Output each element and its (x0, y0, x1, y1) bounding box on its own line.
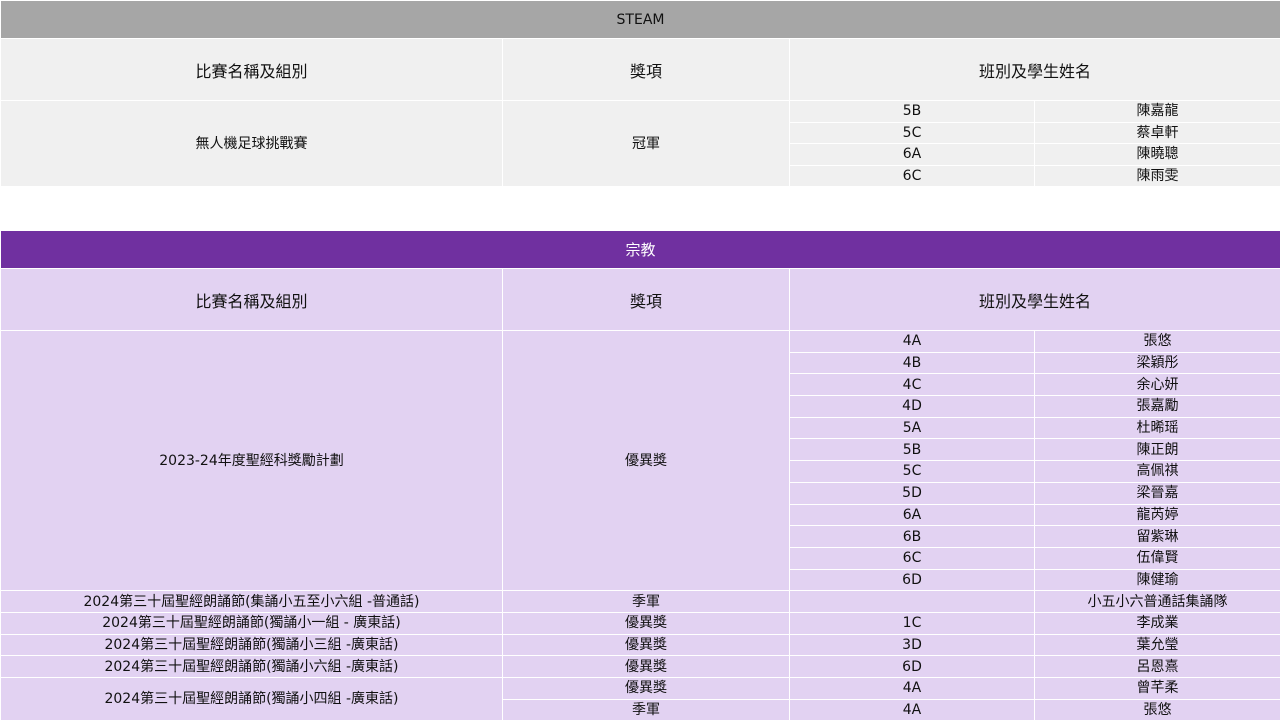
student-class: 5B (789, 100, 1035, 123)
student-class: 4D (789, 395, 1035, 418)
student-class: 4C (789, 373, 1035, 397)
student-name: 蔡卓軒 (1033, 121, 1280, 145)
student-name: 呂恩熹 (1033, 655, 1280, 678)
student-name: 陳正朗 (1033, 438, 1280, 462)
student-name: 張嘉勵 (1033, 395, 1280, 418)
student-class: 6C (789, 164, 1035, 188)
table-row: 2023-24年度聖經科獎勵計劃 優異獎 4A 張悠 (0, 329, 1280, 592)
award-name: 優異獎 (502, 655, 790, 678)
student-name: 陳雨雯 (1033, 164, 1280, 188)
student-name: 陳曉聰 (1033, 143, 1280, 166)
student-name: 龍芮婷 (1033, 503, 1280, 527)
competition-header: 比賽名稱及組別 (0, 268, 503, 331)
religion-awards-table: 宗教 比賽名稱及組別 獎項 班別及學生姓名 2023-24年度聖經科獎勵計劃 優… (0, 230, 1280, 720)
award-name: 季軍 (502, 698, 790, 720)
steam-section-title: STEAM (0, 0, 1280, 39)
student-name: 陳健瑜 (1033, 568, 1280, 592)
student-name: 梁晉嘉 (1033, 481, 1280, 505)
award-header: 獎項 (502, 268, 790, 331)
student-class: 5B (789, 438, 1035, 462)
student-class: 5C (789, 460, 1035, 483)
steam-title-row: STEAM (0, 0, 1280, 39)
student-class: 5D (789, 481, 1035, 505)
students-header: 班別及學生姓名 (788, 38, 1280, 101)
competition-name: 2023-24年度聖經科獎勵計劃 (0, 329, 503, 592)
students-header: 班別及學生姓名 (788, 268, 1280, 331)
student-name: 張悠 (1033, 698, 1280, 720)
competition-name: 2024第三十屆聖經朗誦節(獨誦小三組 -廣東話) (0, 633, 503, 657)
student-class: 6A (789, 503, 1035, 527)
student-class: 1C (789, 611, 1035, 635)
table-row: 2024第三十屆聖經朗誦節(獨誦小一組 - 廣東話) 優異獎 1C 李成業 (0, 611, 1280, 635)
award-name: 優異獎 (502, 611, 790, 635)
table-row: 2024第三十屆聖經朗誦節(集誦小五至小六組 -普通話) 季軍 小五小六普通話集… (0, 590, 1280, 613)
student-class: 5A (789, 416, 1035, 440)
student-name: 張悠 (1033, 330, 1280, 353)
award-header: 獎項 (502, 38, 790, 101)
competition-name: 2024第三十屆聖經朗誦節(獨誦小一組 - 廣東話) (0, 611, 503, 635)
competition-name: 2024第三十屆聖經朗誦節(獨誦小四組 -廣東話) (0, 676, 503, 720)
religion-header-row: 比賽名稱及組別 獎項 班別及學生姓名 (0, 268, 1280, 331)
student-class: 4B (789, 351, 1035, 375)
award-name: 優異獎 (502, 329, 790, 592)
steam-awards-table: STEAM 比賽名稱及組別 獎項 班別及學生姓名 無人機足球挑戰賽 冠軍 5B … (0, 0, 1280, 188)
student-class: 5C (789, 121, 1035, 145)
student-class: 4A (789, 677, 1035, 700)
competition-name: 2024第三十屆聖經朗誦節(獨誦小六組 -廣東話) (0, 655, 503, 678)
steam-header-row: 比賽名稱及組別 獎項 班別及學生姓名 (0, 38, 1280, 101)
team-name: 小五小六普通話集誦隊 (1033, 590, 1280, 613)
award-name: 冠軍 (502, 99, 790, 188)
student-class: 6D (789, 568, 1035, 592)
award-name: 優異獎 (502, 633, 790, 657)
student-name: 陳嘉龍 (1033, 100, 1280, 123)
student-class: 6D (789, 655, 1035, 678)
student-name: 高佩祺 (1033, 460, 1280, 483)
student-name: 李成業 (1033, 611, 1280, 635)
student-class: 4A (789, 330, 1035, 353)
student-name: 曾芊柔 (1033, 677, 1280, 700)
student-name: 杜晞瑶 (1033, 416, 1280, 440)
student-class: 6B (789, 525, 1035, 548)
student-name: 梁穎彤 (1033, 351, 1280, 375)
table-row: 無人機足球挑戰賽 冠軍 5B 陳嘉龍 (0, 99, 1280, 188)
student-class: 6A (789, 143, 1035, 166)
student-name: 葉允瑩 (1033, 633, 1280, 657)
award-name: 季軍 (502, 590, 790, 613)
table-row: 2024第三十屆聖經朗誦節(獨誦小四組 -廣東話) 優異獎 4A 曾芊柔 (0, 676, 1280, 720)
table-row: 2024第三十屆聖經朗誦節(獨誦小三組 -廣東話) 優異獎 3D 葉允瑩 (0, 633, 1280, 657)
student-name: 留紫琳 (1033, 525, 1280, 548)
competition-header: 比賽名稱及組別 (0, 38, 503, 101)
student-name: 伍偉賢 (1033, 546, 1280, 570)
student-class: 4A (789, 698, 1035, 720)
competition-name: 2024第三十屆聖經朗誦節(集誦小五至小六組 -普通話) (0, 590, 503, 613)
table-row: 2024第三十屆聖經朗誦節(獨誦小六組 -廣東話) 優異獎 6D 呂恩熹 (0, 655, 1280, 678)
student-class: 6C (789, 546, 1035, 570)
award-name: 優異獎 (502, 677, 790, 700)
competition-name: 無人機足球挑戰賽 (0, 99, 503, 188)
religion-section-title: 宗教 (0, 230, 1280, 269)
religion-title-row: 宗教 (0, 230, 1280, 269)
student-class: 3D (789, 633, 1035, 657)
student-name: 余心妍 (1033, 373, 1280, 397)
student-class (789, 590, 1035, 613)
